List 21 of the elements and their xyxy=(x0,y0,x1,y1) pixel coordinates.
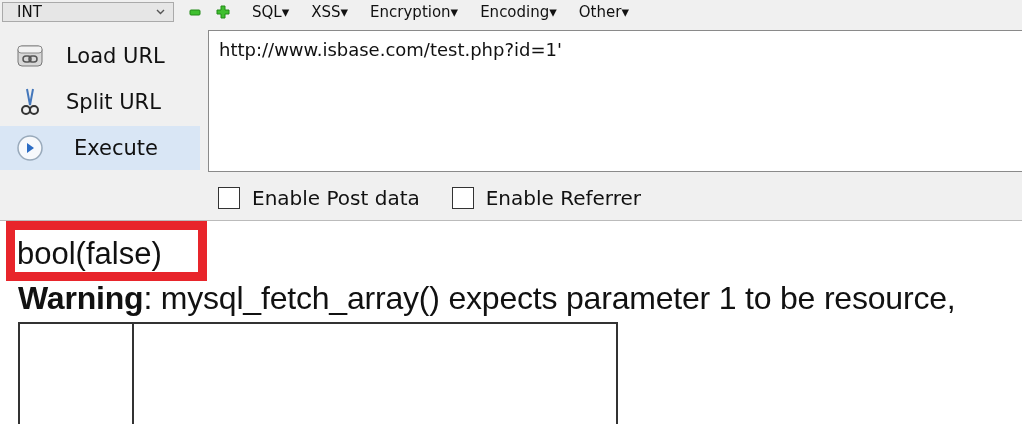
warning-message: Warning: mysql_fetch_array() expects parameter 1 to be resource, xyxy=(18,281,957,317)
plus-icon[interactable] xyxy=(216,5,230,19)
caret-icon xyxy=(156,9,165,15)
checkbox[interactable] xyxy=(451,187,474,209)
url-field[interactable]: http://www.isbase.com/test.php?id=1' xyxy=(208,30,1022,172)
link-icon xyxy=(15,43,45,69)
menu-item[interactable]: Other▾ xyxy=(578,3,629,21)
menu-item[interactable]: XSS▾ xyxy=(311,3,349,21)
type-dropdown[interactable]: INT xyxy=(2,2,174,22)
sidebar-item[interactable]: Load URL xyxy=(0,34,200,78)
sidebar-item[interactable]: Split URL xyxy=(0,80,200,124)
menu-item[interactable]: Encryption▾ xyxy=(370,3,459,21)
result-text: bool(false) xyxy=(6,221,207,281)
checkbox[interactable] xyxy=(218,187,240,209)
menu-item[interactable]: SQL▾ xyxy=(252,3,290,21)
checkbox-label[interactable]: Enable Referrer xyxy=(485,186,642,210)
sidebar-item[interactable]: Execute xyxy=(0,126,200,170)
scissors-icon xyxy=(20,87,40,117)
menu-item[interactable]: Encoding▾ xyxy=(480,3,557,21)
checkbox-label[interactable]: Enable Post data xyxy=(252,186,420,210)
play-icon xyxy=(16,134,44,162)
